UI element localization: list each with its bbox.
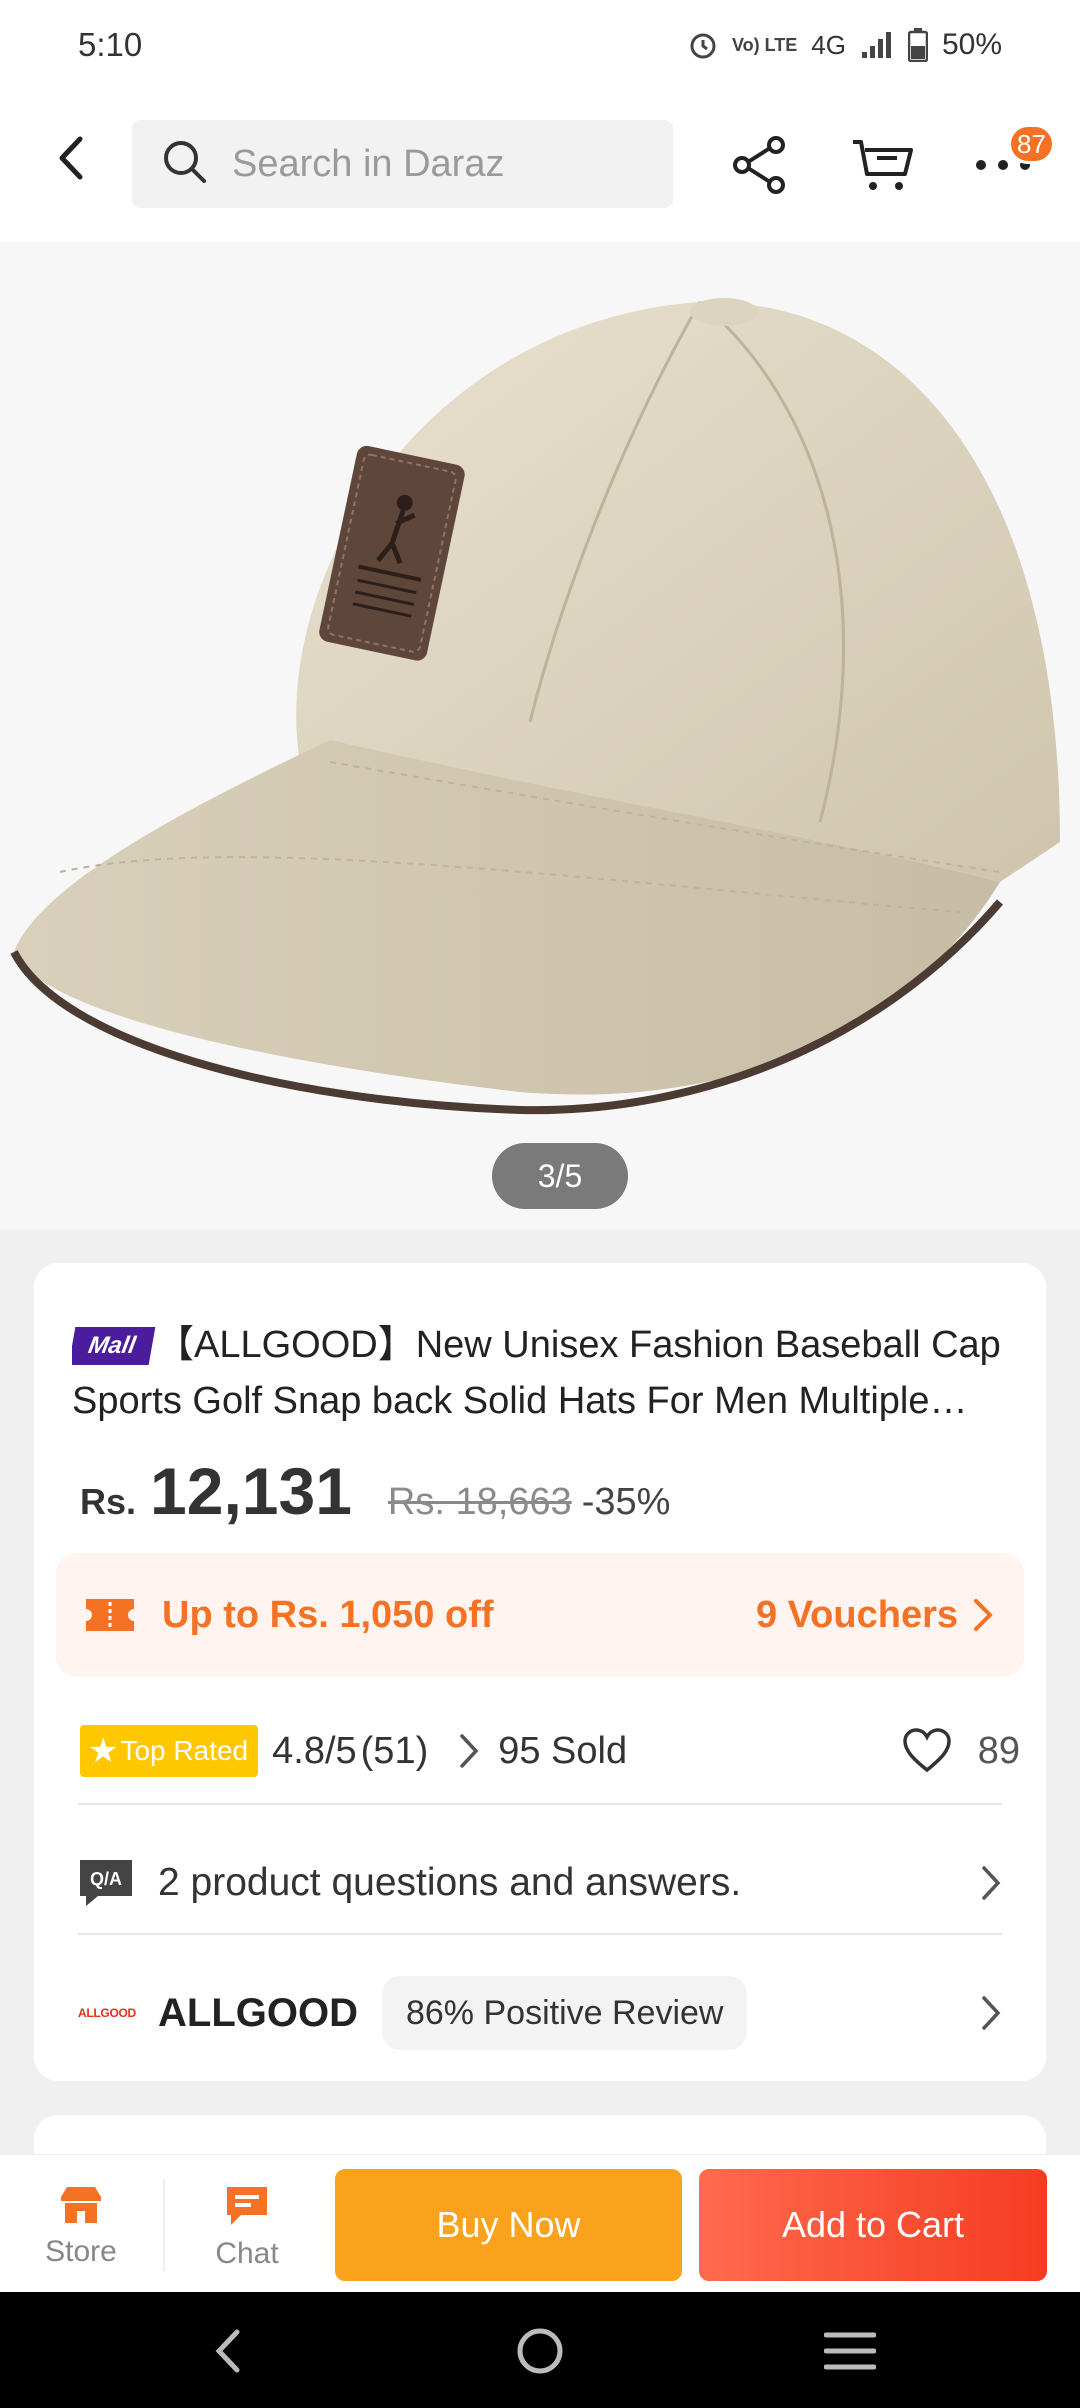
system-home-button[interactable] bbox=[505, 2316, 575, 2386]
qa-row[interactable]: Q/A 2 product questions and answers. bbox=[78, 1821, 1002, 1945]
divider bbox=[78, 1803, 1002, 1805]
product-image-gallery[interactable] bbox=[0, 242, 1080, 1230]
chevron-right-icon bbox=[982, 1996, 1001, 2030]
chevron-right-icon bbox=[974, 1599, 993, 1631]
nav-menu-icon bbox=[824, 2332, 876, 2370]
vouchers-link[interactable]: 9 Vouchers bbox=[756, 1594, 994, 1637]
status-time: 5:10 bbox=[78, 26, 143, 63]
stats-row: ★ Top Rated 4.8/5 (51) 95 Sold 89 bbox=[80, 1711, 1020, 1791]
svg-text:Q/A: Q/A bbox=[90, 1869, 122, 1889]
divider bbox=[78, 1933, 1002, 1935]
cart-icon bbox=[853, 140, 913, 190]
qa-text: 2 product questions and answers. bbox=[158, 1861, 742, 1904]
share-icon bbox=[733, 136, 785, 194]
back-arrow-icon bbox=[59, 136, 83, 180]
price-row: Rs. 12,131 Rs. 18,663 -35% bbox=[80, 1453, 670, 1529]
signal-icon bbox=[860, 30, 894, 60]
status-indicators: Vo) LTE 4G 50% bbox=[688, 28, 1002, 62]
store-label: Store bbox=[45, 2235, 117, 2268]
search-bar[interactable] bbox=[132, 120, 673, 208]
sold-count: 95 Sold bbox=[498, 1729, 628, 1772]
heart-icon bbox=[902, 1728, 951, 1773]
status-bar: 5:10 Vo) LTE 4G 50% bbox=[0, 0, 1080, 90]
chevron-right-icon bbox=[982, 1866, 1001, 1900]
voucher-bar[interactable]: Up to Rs. 1,050 off 9 Vouchers bbox=[56, 1553, 1024, 1677]
price-currency: Rs. bbox=[80, 1481, 137, 1522]
nav-home-icon bbox=[517, 2328, 563, 2374]
search-icon bbox=[162, 139, 208, 190]
chat-icon bbox=[227, 2187, 267, 2225]
voucher-discount-text: Up to Rs. 1,050 off bbox=[162, 1593, 494, 1636]
discount-percent: -35% bbox=[581, 1481, 671, 1523]
chevron-right-icon bbox=[458, 1732, 480, 1770]
current-price: 12,131 bbox=[150, 1454, 352, 1528]
product-title: Mall 【ALLGOOD】New Unisex Fashion Baseball… bbox=[72, 1317, 1022, 1429]
store-positive-review: 86% Positive Review bbox=[381, 1976, 748, 2050]
product-title-text: 【ALLGOOD】New Unisex Fashion Baseball Cap… bbox=[72, 1324, 1001, 1422]
system-back-button[interactable] bbox=[192, 2316, 262, 2386]
store-icon bbox=[61, 2187, 101, 2223]
add-to-cart-button[interactable]: Add to Cart bbox=[699, 2169, 1047, 2281]
store-name: ALLGOOD bbox=[158, 1990, 358, 2035]
share-button[interactable] bbox=[725, 130, 795, 200]
store-button[interactable]: Store bbox=[21, 2185, 141, 2281]
vouchers-link-label: 9 Vouchers bbox=[755, 1593, 958, 1636]
buy-now-button[interactable]: Buy Now bbox=[335, 2169, 682, 2281]
system-menu-button[interactable] bbox=[815, 2316, 885, 2386]
image-page-indicator: 3/5 bbox=[492, 1143, 628, 1209]
wishlist-count: 89 bbox=[977, 1729, 1020, 1772]
store-row[interactable]: ALLGOOD ALLGOOD 86% Positive Review bbox=[78, 1953, 1002, 2073]
battery-icon bbox=[907, 28, 928, 62]
network-type: 4G bbox=[811, 29, 846, 60]
rating-score[interactable]: 4.8/5 bbox=[272, 1730, 357, 1773]
product-info-card: Mall 【ALLGOOD】New Unisex Fashion Baseball… bbox=[34, 1263, 1046, 2081]
search-input[interactable] bbox=[232, 142, 632, 186]
store-logo: ALLGOOD bbox=[78, 2006, 136, 2020]
system-navigation-bar bbox=[0, 2292, 1080, 2408]
rating-count[interactable]: (51) bbox=[361, 1730, 429, 1773]
bottom-action-bar: Store Chat Buy Now Add to Cart bbox=[0, 2154, 1080, 2292]
product-image bbox=[10, 298, 1060, 1115]
top-rated-label: Top Rated bbox=[120, 1735, 249, 1766]
alarm-icon bbox=[688, 30, 718, 60]
notification-badge: 87 bbox=[1008, 124, 1055, 164]
chat-button[interactable]: Chat bbox=[187, 2185, 307, 2281]
mall-badge: Mall bbox=[72, 1327, 156, 1365]
voucher-icon bbox=[86, 1599, 134, 1631]
volte-indicator: Vo) LTE bbox=[731, 35, 798, 55]
original-price: Rs. 18,663 bbox=[387, 1481, 572, 1523]
back-button[interactable] bbox=[44, 130, 100, 186]
star-icon: ★ bbox=[88, 1732, 119, 1770]
top-header: 87 bbox=[0, 90, 1080, 242]
chat-label: Chat bbox=[215, 2237, 279, 2270]
top-rated-badge: ★ Top Rated bbox=[80, 1725, 259, 1777]
wishlist-button[interactable]: 89 bbox=[902, 1728, 1020, 1774]
nav-back-icon bbox=[215, 2329, 240, 2373]
cart-button[interactable] bbox=[848, 130, 918, 200]
qa-icon: Q/A bbox=[80, 1860, 132, 1906]
divider bbox=[163, 2179, 165, 2271]
battery-level: 50% bbox=[941, 28, 1002, 61]
